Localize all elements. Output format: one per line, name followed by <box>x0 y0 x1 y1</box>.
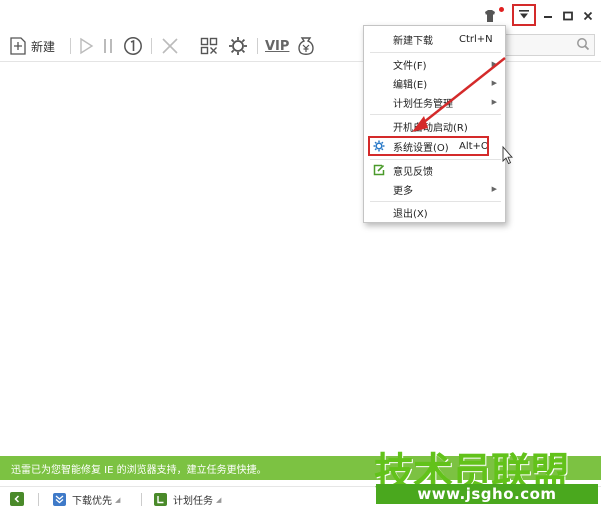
close-button[interactable] <box>578 6 598 26</box>
play-icon <box>80 37 94 55</box>
annotation-highlight-box <box>368 136 489 156</box>
menu-item-more[interactable]: 更多 ▶ <box>364 180 505 198</box>
start-button[interactable] <box>78 35 94 57</box>
notification-dot <box>499 7 504 12</box>
edit-icon <box>373 164 385 176</box>
main-menu-button[interactable] <box>512 4 536 26</box>
search-icon <box>577 38 590 51</box>
bottom-divider <box>38 493 39 506</box>
menu-divider <box>370 52 501 53</box>
game-center-button[interactable] <box>297 35 315 57</box>
toolbar-divider <box>257 38 258 54</box>
dropdown-icon: ◢ <box>115 495 121 504</box>
submenu-arrow-icon: ▶ <box>491 60 497 68</box>
download-priority-label: 下载优先 <box>72 496 112 507</box>
watermark: 技术员联盟 www.jsgho.com <box>374 440 601 511</box>
new-download-button[interactable]: 新建 <box>10 35 55 57</box>
watermark-url: www.jsgho.com <box>376 484 598 504</box>
speed-limit-button[interactable] <box>123 35 143 57</box>
collapse-sidebar-button[interactable] <box>10 492 24 506</box>
menu-item-schedule-manager[interactable]: 计划任务管理 ▶ <box>364 93 505 111</box>
menu-divider <box>370 201 501 202</box>
menu-divider <box>370 159 501 160</box>
bottom-divider <box>141 493 142 506</box>
scheduled-tasks-icon <box>154 493 167 506</box>
menu-item-exit[interactable]: 退出(X) <box>364 203 505 221</box>
skin-icon[interactable] <box>480 6 500 26</box>
menu-item-feedback[interactable]: 意见反馈 <box>364 161 505 179</box>
scheduled-tasks-label: 计划任务 <box>173 496 213 507</box>
one-key-icon <box>124 37 142 55</box>
toolbar-divider <box>70 38 71 54</box>
settings-button[interactable] <box>228 35 248 57</box>
download-priority-button[interactable]: 下载优先 ◢ <box>53 492 120 507</box>
scheduled-tasks-button[interactable]: 计划任务 ◢ <box>154 492 221 507</box>
pause-button[interactable] <box>102 35 114 57</box>
toolbar: 新建 VIP <box>0 30 601 62</box>
delete-button[interactable] <box>161 35 179 57</box>
grid-icon <box>200 37 218 55</box>
submenu-arrow-icon: ▶ <box>491 79 497 87</box>
delete-icon <box>162 38 178 54</box>
vip-button[interactable]: VIP <box>265 35 289 57</box>
menu-shortcut: Ctrl+N <box>459 33 493 45</box>
menu-item-new-download[interactable]: 新建下载 Ctrl+N <box>364 30 505 48</box>
maximize-button[interactable] <box>558 6 578 26</box>
menu-item-edit[interactable]: 编辑(E) ▶ <box>364 74 505 92</box>
app-center-button[interactable] <box>200 35 218 57</box>
submenu-arrow-icon: ▶ <box>491 98 497 106</box>
status-message: 迅雷已为您智能修复 IE 的浏览器支持，建立任务更快捷。 <box>11 464 267 476</box>
task-list-area[interactable] <box>0 63 601 456</box>
menu-item-file[interactable]: 文件(F) ▶ <box>364 55 505 73</box>
new-download-label: 新建 <box>31 39 56 54</box>
vip-label: VIP <box>265 38 290 54</box>
title-bar <box>0 0 601 30</box>
gear-icon <box>229 37 247 55</box>
menu-divider <box>370 114 501 115</box>
new-file-icon <box>10 37 26 55</box>
menu-item-autostart[interactable]: 开机自动启动(R) <box>364 117 505 135</box>
minimize-button[interactable] <box>538 6 558 26</box>
submenu-arrow-icon: ▶ <box>491 185 497 193</box>
chevron-left-icon <box>14 495 20 503</box>
dropdown-icon: ◢ <box>216 495 222 504</box>
main-menu-dropdown: 新建下载 Ctrl+N 文件(F) ▶ 编辑(E) ▶ 计划任务管理 ▶ 开机自… <box>363 25 506 223</box>
toolbar-divider <box>151 38 152 54</box>
pause-icon <box>104 39 112 53</box>
money-bag-icon <box>298 37 314 55</box>
download-priority-icon <box>53 493 66 506</box>
